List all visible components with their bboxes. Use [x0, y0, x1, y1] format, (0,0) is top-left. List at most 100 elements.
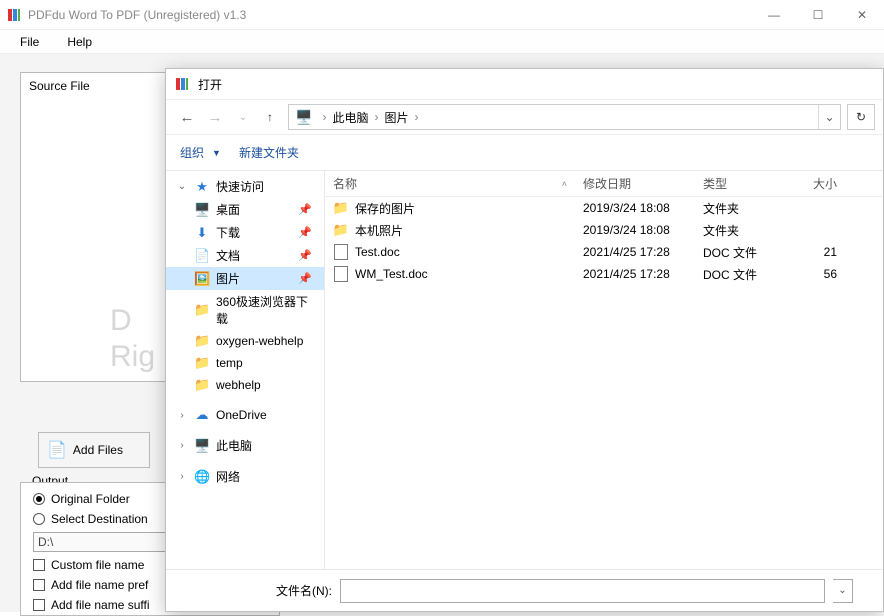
- close-button[interactable]: ✕: [840, 0, 884, 30]
- add-files-button[interactable]: 📄 Add Files: [38, 432, 150, 468]
- tree-documents[interactable]: 📄 文档 📌: [166, 244, 324, 267]
- col-header-date[interactable]: 修改日期: [575, 175, 695, 192]
- file-type: 文件夹: [695, 200, 785, 217]
- tree-desktop[interactable]: 🖥️ 桌面 📌: [166, 198, 324, 221]
- breadcrumb-thispc[interactable]: 此电脑: [330, 109, 370, 126]
- cloud-icon: ☁: [194, 407, 210, 423]
- tree-quick-access[interactable]: ⌄ ★ 快速访问: [166, 175, 324, 198]
- window-buttons: — ☐ ✕: [752, 0, 884, 30]
- file-date: 2021/4/25 17:28: [575, 245, 695, 259]
- filename-history-dropdown[interactable]: ⌄: [833, 579, 853, 603]
- tree-onedrive[interactable]: › ☁ OneDrive: [166, 404, 324, 426]
- menu-file[interactable]: File: [8, 32, 51, 52]
- list-row[interactable]: Test.doc2021/4/25 17:28DOC 文件21: [325, 241, 883, 263]
- refresh-button[interactable]: ↻: [847, 104, 875, 130]
- col-header-name[interactable]: 名称 ˄: [325, 175, 575, 192]
- filename-input[interactable]: [340, 579, 825, 603]
- nav-forward-button[interactable]: →: [202, 104, 228, 130]
- organize-button[interactable]: 组织 ▼: [180, 144, 221, 161]
- menu-help[interactable]: Help: [55, 32, 104, 52]
- pin-icon: 📌: [298, 272, 318, 285]
- file-type: DOC 文件: [695, 266, 785, 283]
- tree-network[interactable]: › 🌐 网络: [166, 465, 324, 488]
- radio-icon: [33, 493, 45, 505]
- file-date: 2019/3/24 18:08: [575, 201, 695, 215]
- nav-recent-dropdown[interactable]: ⌄: [230, 104, 256, 130]
- pictures-icon: 🖼️: [194, 271, 210, 287]
- expand-icon[interactable]: ›: [176, 471, 188, 482]
- tree-oxygen[interactable]: 📁 oxygen-webhelp: [166, 330, 324, 352]
- expand-icon[interactable]: ›: [176, 440, 188, 451]
- tree-browser-downloads[interactable]: 📁 360极速浏览器下载: [166, 290, 324, 330]
- app-titlebar: PDFdu Word To PDF (Unregistered) v1.3 — …: [0, 0, 884, 30]
- checkbox-icon: [33, 559, 45, 571]
- address-bar[interactable]: 🖥️ › 此电脑 › 图片 › ⌄: [288, 104, 841, 130]
- breadcrumb-sep: ›: [370, 110, 382, 124]
- file-size: 56: [785, 267, 845, 281]
- new-folder-button[interactable]: 新建文件夹: [239, 144, 299, 161]
- list-row[interactable]: WM_Test.doc 2021/4/25 17:28DOC 文件56: [325, 263, 883, 285]
- expand-icon[interactable]: ›: [176, 410, 188, 421]
- dialog-toolbar: 组织 ▼ 新建文件夹: [166, 135, 883, 171]
- checkbox-icon: [33, 579, 45, 591]
- folder-icon: 📁: [194, 355, 210, 371]
- tree-temp[interactable]: 📁 temp: [166, 352, 324, 374]
- pin-icon: 📌: [298, 203, 318, 216]
- dialog-footer: 文件名(N): ⌄: [166, 569, 883, 611]
- file-icon: [333, 266, 349, 282]
- dialog-header: 打开: [166, 69, 883, 99]
- breadcrumb-sep: ›: [318, 110, 330, 124]
- folder-icon: 📁: [333, 222, 349, 238]
- list-row[interactable]: 📁 本机照片 2019/3/24 18:08文件夹: [325, 219, 883, 241]
- pin-icon: 📌: [298, 249, 318, 262]
- folder-icon: 📁: [333, 200, 349, 216]
- dialog-nav: ← → ⌄ ↑ 🖥️ › 此电脑 › 图片 › ⌄ ↻: [166, 99, 883, 135]
- dialog-title: 打开: [198, 76, 222, 93]
- filename-label: 文件名(N):: [276, 582, 332, 599]
- file-list: 名称 ˄ 修改日期 类型 大小 📁 保存的图片 2019/3/24 18:08文件夹…: [325, 171, 883, 569]
- tree-webhelp[interactable]: 📁 webhelp: [166, 374, 324, 396]
- file-type: DOC 文件: [695, 244, 785, 261]
- pc-icon: 🖥️: [194, 438, 210, 454]
- collapse-icon[interactable]: ⌄: [176, 181, 188, 192]
- tree-pictures[interactable]: 🖼️ 图片 📌: [166, 267, 324, 290]
- file-name: 本机照片: [355, 222, 403, 239]
- desktop-icon: 🖥️: [194, 202, 210, 218]
- address-history-dropdown[interactable]: ⌄: [818, 105, 840, 129]
- nav-up-button[interactable]: ↑: [258, 105, 282, 129]
- breadcrumb-sep: ›: [410, 110, 422, 124]
- downloads-icon: ⬇: [194, 225, 210, 241]
- col-header-type[interactable]: 类型: [695, 175, 785, 192]
- star-icon: ★: [194, 179, 210, 195]
- file-name: WM_Test.doc: [355, 267, 428, 281]
- list-header: 名称 ˄ 修改日期 类型 大小: [325, 171, 883, 197]
- breadcrumb-pictures[interactable]: 图片: [382, 109, 410, 126]
- folder-icon: 📁: [194, 333, 210, 349]
- dropdown-icon: ▼: [212, 148, 221, 158]
- file-name: 保存的图片: [355, 200, 415, 217]
- dialog-body: ⌄ ★ 快速访问 🖥️ 桌面 📌 ⬇ 下载 📌 📄 文档 📌 🖼️: [166, 171, 883, 569]
- folder-icon: 📁: [194, 377, 210, 393]
- checkbox-icon: [33, 599, 45, 611]
- watermark-text: D Rig: [110, 304, 155, 374]
- this-pc-icon: 🖥️: [295, 109, 312, 126]
- file-date: 2021/4/25 17:28: [575, 267, 695, 281]
- maximize-button[interactable]: ☐: [796, 0, 840, 30]
- sort-indicator-icon: ˄: [562, 179, 567, 189]
- network-icon: 🌐: [194, 469, 210, 485]
- minimize-button[interactable]: —: [752, 0, 796, 30]
- tree-downloads[interactable]: ⬇ 下载 📌: [166, 221, 324, 244]
- dialog-icon: [174, 76, 190, 92]
- add-files-icon: 📄: [47, 440, 67, 460]
- tree-this-pc[interactable]: › 🖥️ 此电脑: [166, 434, 324, 457]
- menubar: File Help: [0, 30, 884, 54]
- col-header-size[interactable]: 大小: [785, 175, 845, 192]
- file-icon: [333, 244, 349, 260]
- file-date: 2019/3/24 18:08: [575, 223, 695, 237]
- list-row[interactable]: 📁 保存的图片 2019/3/24 18:08文件夹: [325, 197, 883, 219]
- add-files-label: Add Files: [73, 443, 123, 457]
- app-icon: [6, 7, 22, 23]
- nav-back-button[interactable]: ←: [174, 104, 200, 130]
- window-title: PDFdu Word To PDF (Unregistered) v1.3: [28, 8, 752, 22]
- file-type: 文件夹: [695, 222, 785, 239]
